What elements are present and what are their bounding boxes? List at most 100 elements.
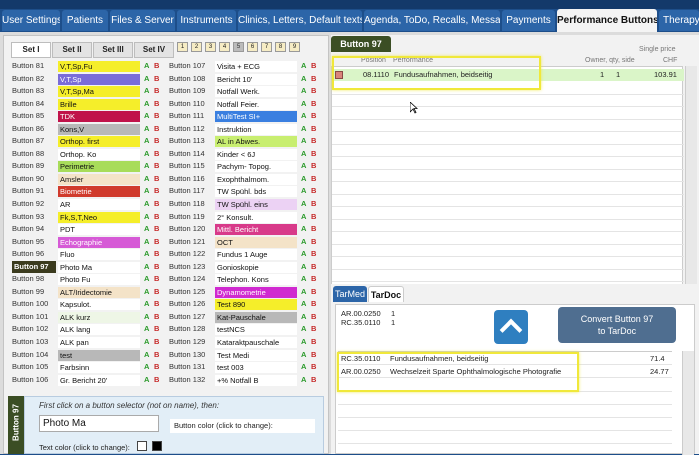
page-7[interactable]: 7 xyxy=(261,42,272,52)
tab-user-settings[interactable]: User Settings xyxy=(2,10,60,31)
button-row[interactable]: Button 109 Notfall Werk. A B xyxy=(169,85,324,98)
button-row[interactable]: Button 92 AR A B xyxy=(12,198,167,211)
button-selector[interactable]: Button 108 xyxy=(169,73,213,86)
option-a[interactable]: A xyxy=(301,160,306,173)
option-a[interactable]: A xyxy=(301,110,306,123)
button-row[interactable]: Button 114 Kinder < 6J A B xyxy=(169,148,324,161)
button-name[interactable]: ALK kurz xyxy=(58,311,140,323)
option-a[interactable]: A xyxy=(301,298,306,311)
button-selector[interactable]: Button 95 xyxy=(12,236,56,249)
button-selector[interactable]: Button 104 xyxy=(12,349,56,362)
option-a[interactable]: A xyxy=(144,261,149,274)
button-name[interactable]: Telephon. Kons xyxy=(215,274,297,286)
button-row[interactable]: Button 105 Farbsinn A B xyxy=(12,361,167,374)
button-row[interactable]: Button 97 Photo Ma A B xyxy=(12,260,167,274)
option-a[interactable]: A xyxy=(301,223,306,236)
option-b[interactable]: B xyxy=(311,223,316,236)
button-row[interactable]: Button 94 PDT A B xyxy=(12,223,167,236)
button-selector[interactable]: Button 93 xyxy=(12,211,56,224)
page-4[interactable]: 4 xyxy=(219,42,230,52)
button-selector[interactable]: Button 90 xyxy=(12,173,56,186)
option-a[interactable]: A xyxy=(301,135,306,148)
button-row[interactable]: Button 93 Fk,S,T,Neo A B xyxy=(12,211,167,224)
option-a[interactable]: A xyxy=(144,135,149,148)
button-name[interactable]: Kinder < 6J xyxy=(215,148,297,160)
button-selector[interactable]: Button 83 xyxy=(12,85,56,98)
button-selector[interactable]: Button 89 xyxy=(12,160,56,173)
button-row[interactable]: Button 132 +% Notfall B AB xyxy=(169,374,324,387)
option-a[interactable]: A xyxy=(144,148,149,161)
option-a[interactable]: A xyxy=(144,223,149,236)
button-selector[interactable]: Button 114 xyxy=(169,148,213,161)
button-name[interactable]: Exophthalmom. xyxy=(215,173,297,185)
option-a[interactable]: A xyxy=(301,236,306,249)
option-a[interactable]: A xyxy=(144,185,149,198)
option-a[interactable]: A xyxy=(144,60,149,73)
button-selector[interactable]: Button 132 xyxy=(169,374,213,387)
tab-set-4[interactable]: Set IV xyxy=(134,42,174,58)
button-name[interactable]: TDK xyxy=(58,111,140,123)
button-name[interactable]: AL in Abwes. xyxy=(215,136,297,148)
option-b[interactable]: B xyxy=(154,273,159,286)
button-selector[interactable]: Button 113 xyxy=(169,135,213,148)
button-row[interactable]: Button 91 Biometrie A B xyxy=(12,185,167,198)
option-a[interactable]: A xyxy=(301,98,306,111)
button-selector[interactable]: Button 81 xyxy=(12,60,56,73)
button-selector[interactable]: Button 116 xyxy=(169,173,213,186)
option-b[interactable]: B xyxy=(154,160,159,173)
option-b[interactable]: B xyxy=(154,73,159,86)
button-name[interactable]: TW Spühl. bds xyxy=(215,186,297,198)
tab-therapy[interactable]: Therapy B xyxy=(659,10,699,31)
button-name[interactable]: Notfall Feier. xyxy=(215,98,297,110)
button-selector[interactable]: Button 118 xyxy=(169,198,213,211)
button-row[interactable]: Button 124 Telephon. Kons A B xyxy=(169,273,324,286)
text-color-white-swatch[interactable] xyxy=(137,441,147,451)
button-row[interactable]: Button 111 MultiTest SI+ A B xyxy=(169,110,324,123)
tardoc-scrollbar[interactable] xyxy=(682,351,694,455)
button-name[interactable]: Kapsulot. xyxy=(58,299,140,311)
option-a[interactable]: A xyxy=(301,73,306,86)
button-name[interactable]: 2° Konsult. xyxy=(215,211,297,223)
button-selector[interactable]: Button 122 xyxy=(169,248,213,261)
option-b[interactable]: B xyxy=(154,248,159,261)
option-a[interactable]: A xyxy=(144,286,149,299)
option-a[interactable]: A xyxy=(144,374,149,387)
option-a[interactable]: A xyxy=(301,211,306,224)
button-selector[interactable]: Button 102 xyxy=(12,323,56,336)
page-2[interactable]: 2 xyxy=(191,42,202,52)
option-a[interactable]: A xyxy=(144,349,149,362)
option-b[interactable]: B xyxy=(154,148,159,161)
tab-agenda[interactable]: Agenda, ToDo, Recalls, Messages xyxy=(364,10,500,31)
button-selector[interactable]: Button 100 xyxy=(12,298,56,311)
button-name[interactable]: Photo Fu xyxy=(58,274,140,286)
button-name[interactable]: Photo Ma xyxy=(58,261,140,273)
option-a[interactable]: A xyxy=(144,123,149,136)
option-a[interactable]: A xyxy=(301,198,306,211)
button-selector[interactable]: Button 123 xyxy=(169,261,213,274)
button-name[interactable]: MultiTest SI+ xyxy=(215,111,297,123)
button-row[interactable]: Button 108 Bericht 10' A B xyxy=(169,73,324,86)
button-selector[interactable]: Button 129 xyxy=(169,336,213,349)
button-name[interactable]: Gonioskopie xyxy=(215,261,297,273)
option-a[interactable]: A xyxy=(301,336,306,349)
button-name[interactable]: testNCS xyxy=(215,324,297,336)
option-a[interactable]: A xyxy=(301,123,306,136)
tab-instruments[interactable]: Instruments xyxy=(177,10,236,31)
button-selector[interactable]: Button 96 xyxy=(12,248,56,261)
button-selector[interactable]: Button 125 xyxy=(169,286,213,299)
option-b[interactable]: B xyxy=(311,336,316,349)
button-name[interactable]: Instruktion xyxy=(215,123,297,135)
option-b[interactable]: B xyxy=(311,185,316,198)
button-row[interactable]: Button 81 V,T,Sp,Fu A B xyxy=(12,60,167,73)
button-name[interactable]: test xyxy=(58,349,140,361)
button-selector[interactable]: Button 87 xyxy=(12,135,56,148)
button-selector[interactable]: Button 99 xyxy=(12,286,56,299)
page-1[interactable]: 1 xyxy=(177,42,188,52)
option-b[interactable]: B xyxy=(311,73,316,86)
button-name[interactable]: Orthop. first xyxy=(58,136,140,148)
option-b[interactable]: B xyxy=(154,336,159,349)
option-b[interactable]: B xyxy=(311,173,316,186)
button-name[interactable]: Test Medi xyxy=(215,349,297,361)
button-row[interactable]: Button 131 test 003 A B xyxy=(169,361,324,374)
button-selector[interactable]: Button 130 xyxy=(169,349,213,362)
